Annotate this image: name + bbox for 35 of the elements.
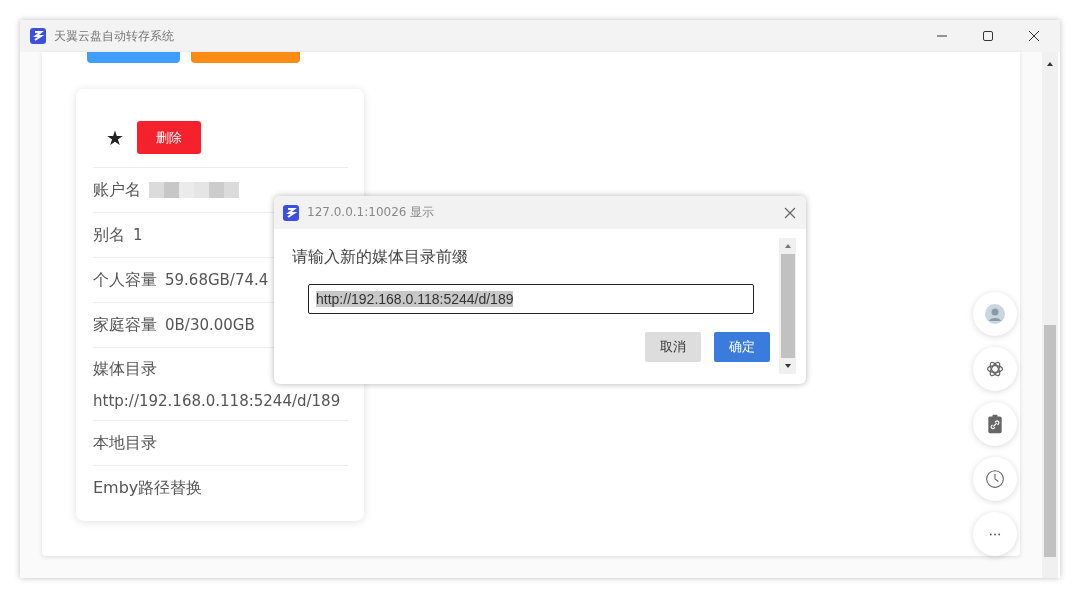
dialog-title: 127.0.0.1:10026 显示 — [307, 204, 436, 221]
maximize-icon[interactable] — [982, 30, 994, 42]
scroll-up-icon[interactable] — [1046, 60, 1054, 68]
more-icon — [988, 531, 1002, 537]
prompt-message: 请输入新的媒体目录前缀 — [292, 247, 469, 268]
close-icon[interactable] — [1028, 30, 1040, 42]
field-value: 59.68GB/74.4 — [165, 271, 269, 289]
field-label: 别名 — [93, 224, 125, 246]
avatar-icon — [985, 304, 1005, 324]
scroll-down-icon[interactable] — [783, 362, 792, 370]
field-label: 媒体目录 — [93, 358, 157, 380]
input-field[interactable]: http://192.168.0.118:5244/d/189 — [308, 284, 754, 314]
clipboard-link-icon — [985, 414, 1005, 434]
app-logo-icon — [30, 28, 46, 44]
field-label: 本地目录 — [93, 432, 157, 454]
scrollbar-thumb[interactable] — [1044, 325, 1056, 557]
field-label: 个人容量 — [93, 269, 157, 291]
close-icon[interactable] — [784, 206, 796, 219]
window-title: 天翼云盘自动转存系统 — [54, 27, 175, 45]
cancel-button[interactable]: 取消 — [645, 332, 701, 362]
field-label: 家庭容量 — [93, 314, 157, 336]
field-label: Emby路径替换 — [93, 477, 203, 499]
star-mark[interactable]: ★ — [106, 125, 124, 150]
scrollbar-thumb[interactable] — [780, 254, 795, 358]
field-value: http://192.168.0.118:5244/d/189 — [93, 391, 341, 410]
clock-icon — [985, 469, 1005, 489]
delete-button[interactable]: 删除 — [136, 121, 201, 154]
knot-icon — [985, 359, 1005, 379]
field-value: 0B/30.00GB — [165, 316, 255, 334]
app-logo-icon — [283, 204, 299, 221]
scrollbar[interactable] — [1042, 52, 1058, 578]
field-label: 账户名 — [93, 179, 141, 201]
field-value: 1 — [133, 226, 143, 244]
scrollbar[interactable] — [779, 238, 796, 374]
confirm-button[interactable]: 确定 — [714, 332, 770, 362]
